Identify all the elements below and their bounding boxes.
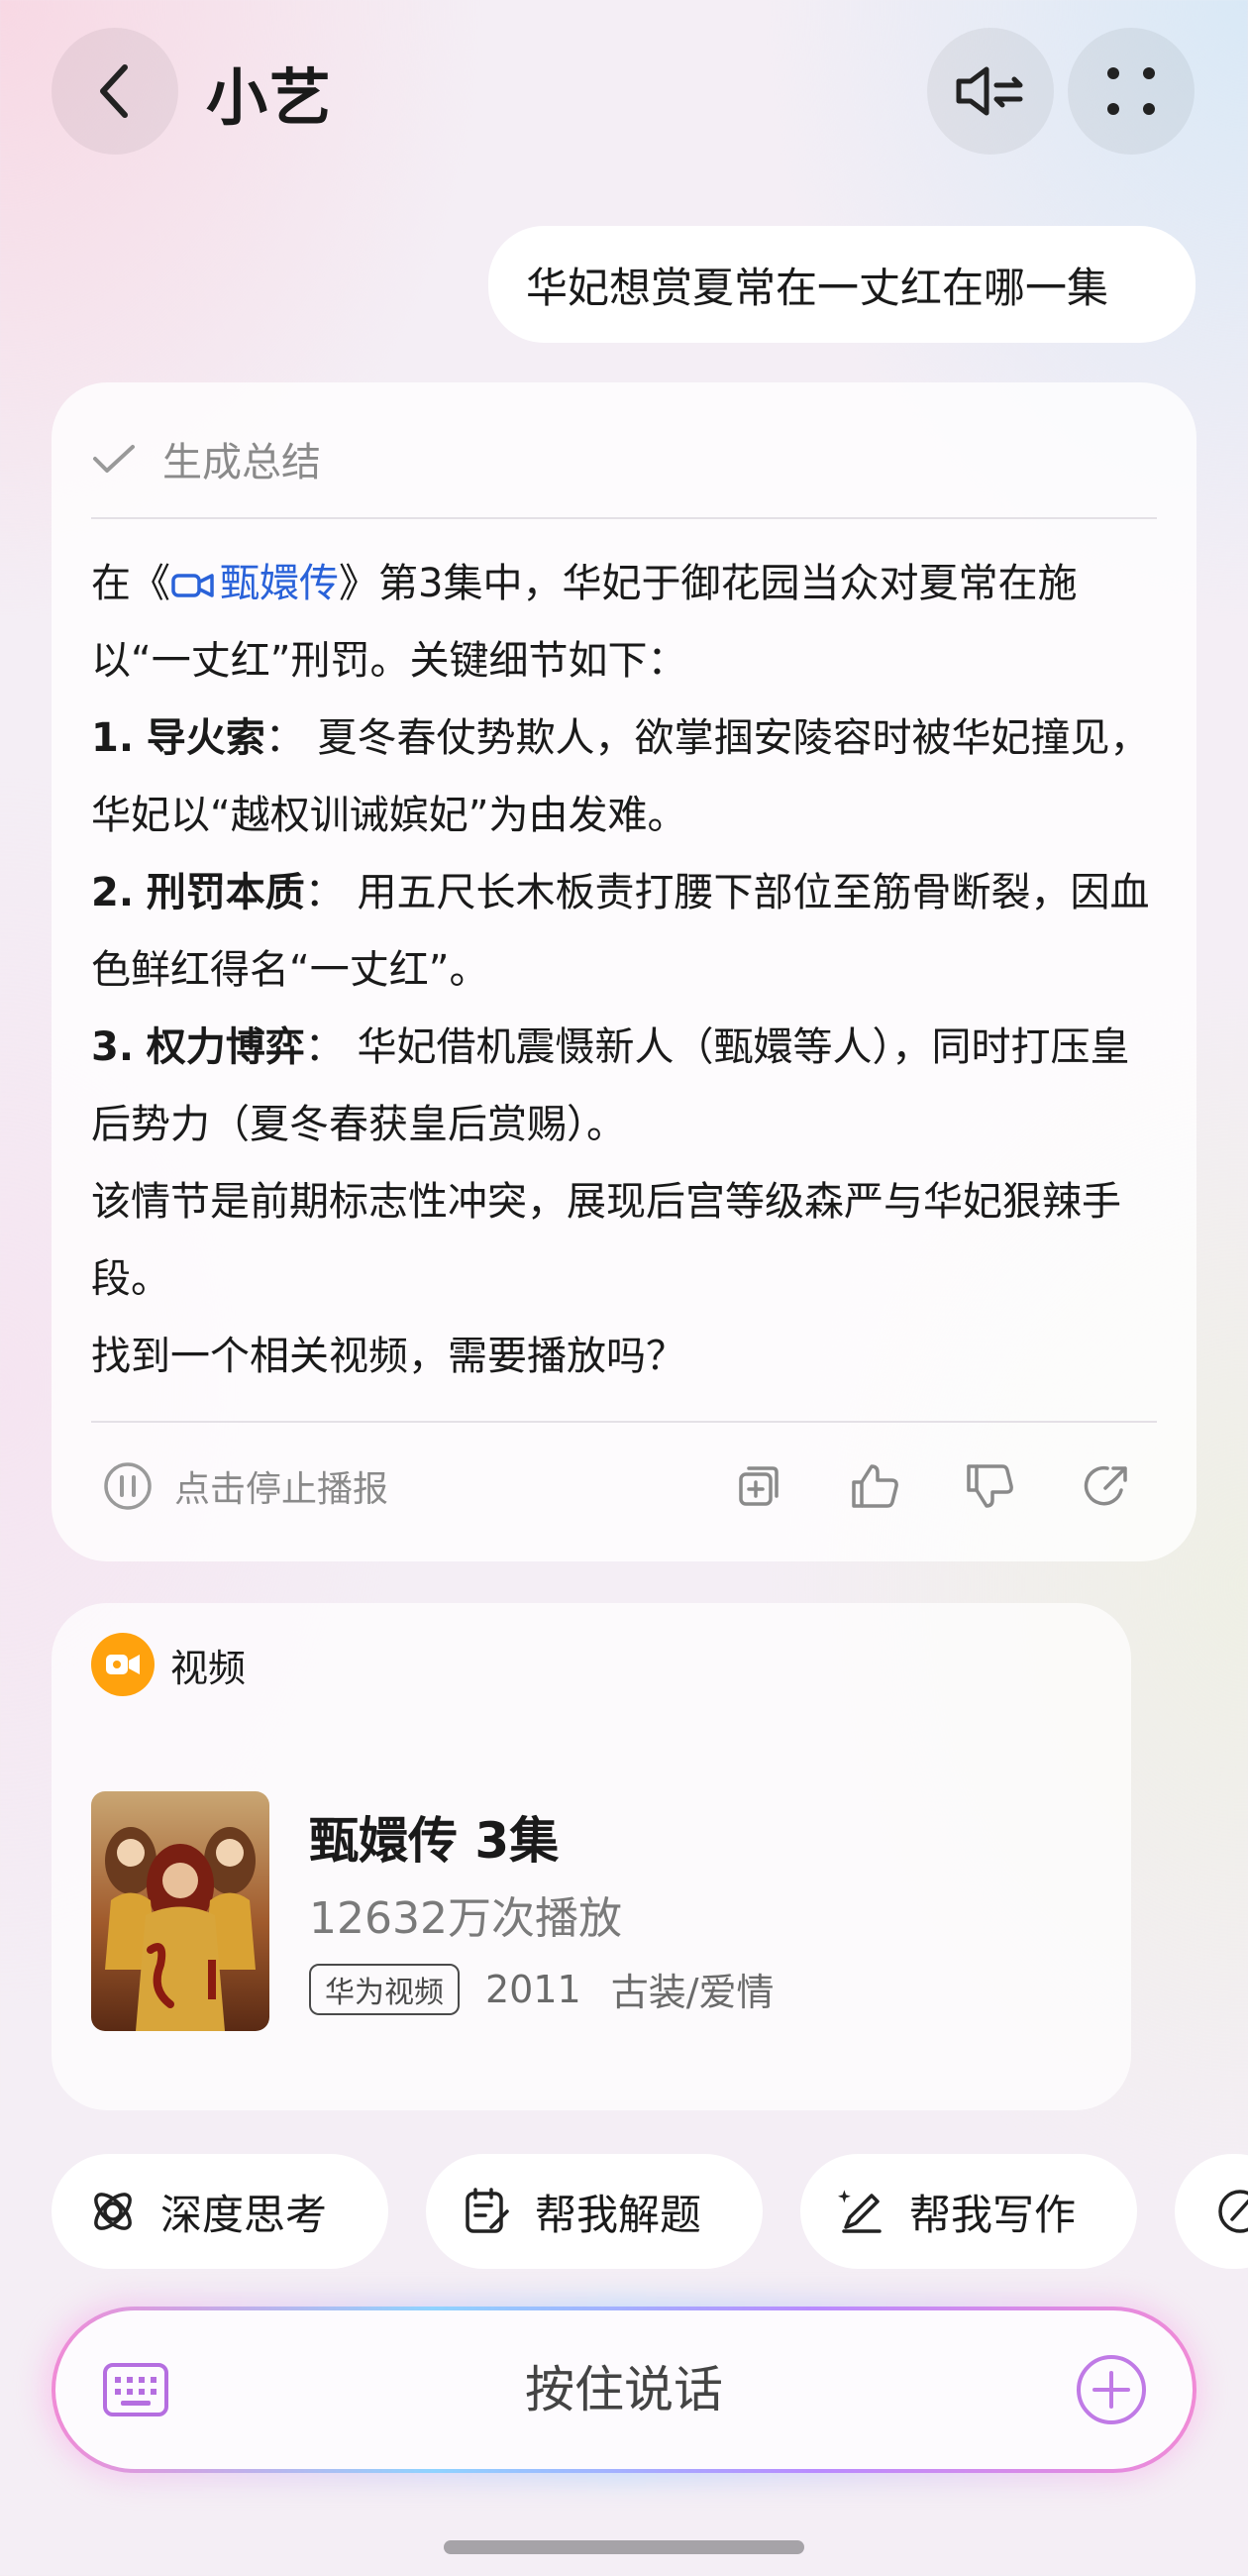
summary-toggle[interactable]: 生成总结 (91, 424, 321, 493)
source-tag: 华为视频 (309, 1963, 460, 2015)
more-menu-button[interactable] (1068, 28, 1195, 155)
video-title[interactable]: 甄嬛传 3集 (309, 1801, 559, 1873)
thumbs-up-icon (852, 1464, 898, 1508)
dislike-button[interactable] (963, 1458, 1018, 1514)
answer-point-2: 2. 刑罚本质： 用五尺长木板责打腰下部位至筋骨断裂，因血色鲜红得名“一丈红”。 (91, 870, 1150, 993)
chip-deep-think[interactable]: 深度思考 (52, 2154, 388, 2269)
stop-playback-button[interactable]: 点击停止播报 (103, 1449, 388, 1524)
write-icon (838, 2190, 882, 2233)
video-camera-icon (171, 574, 214, 597)
chip-write-label: 帮我写作 (909, 2190, 1077, 2239)
video-year: 2011 (485, 1967, 581, 2011)
video-card-label: 视频 (170, 1646, 247, 1690)
answer-point-1: 1. 导火索： 夏冬春仗势欺人，欲掌掴安陵容时被华妃撞见，华妃以“越权训诫嫔妃”… (91, 715, 1150, 838)
answer-question: 找到一个相关视频，需要播放吗？ (91, 1334, 685, 1379)
thumbs-down-icon (967, 1464, 1013, 1508)
chip-solve[interactable]: 帮我解题 (426, 2154, 763, 2269)
four-dots-icon (1107, 67, 1155, 115)
copy-icon (739, 1466, 779, 1506)
chip-write[interactable]: 帮我写作 (800, 2154, 1137, 2269)
answer-text: 在《 甄嬛传》第3集中，华妃于御花园当众对夏常在施以“一丈红”刑罚。关键细节如下：… (91, 545, 1161, 1395)
video-app-icon (91, 1633, 155, 1696)
voice-mode-button[interactable] (927, 28, 1054, 155)
brush-icon (1218, 2190, 1248, 2233)
stop-playback-label: 点击停止播报 (174, 1469, 389, 1510)
share-button[interactable] (1080, 1458, 1135, 1514)
chip-solve-label: 帮我解题 (535, 2190, 702, 2239)
video-genre: 古装/爱情 (610, 1971, 775, 2014)
speaker-swap-icon (956, 66, 1023, 116)
check-icon (93, 445, 135, 473)
share-icon (1084, 1465, 1127, 1506)
copy-button[interactable] (731, 1458, 786, 1514)
add-button[interactable] (1074, 2352, 1149, 2427)
video-card-header: 视频 (91, 1633, 246, 1696)
answer-intro: 在《 甄嬛传》第3集中，华妃于御花园当众对夏常在施以“一丈红”刑罚。关键细节如下： (91, 561, 1078, 684)
video-poster-image[interactable] (91, 1791, 269, 2031)
home-indicator[interactable] (444, 2540, 804, 2554)
back-button[interactable] (52, 28, 178, 155)
actions-divider (91, 1421, 1157, 1423)
hold-to-talk-label: 按住说话 (525, 2361, 723, 2418)
answer-conclusion: 该情节是前期标志性冲突，展现后宫等级森严与华妃狠辣手段。 (91, 1179, 1121, 1302)
chip-more[interactable] (1175, 2154, 1248, 2269)
user-message-bubble: 华妃想赏夏常在一丈红在哪一集 (488, 226, 1196, 343)
chevron-left-icon (100, 64, 128, 118)
video-meta: 华为视频 2011 古装/爱情 (309, 1962, 775, 2016)
drama-link[interactable]: 甄嬛传 (170, 561, 339, 606)
chip-deep-think-label: 深度思考 (160, 2190, 328, 2239)
plus-circle-icon (1077, 2355, 1146, 2424)
answer-point-3: 3. 权力博弈： 华妃借机震慑新人（甄嬛等人），同时打压皇后势力（夏冬春获皇后赏… (91, 1024, 1130, 1147)
solve-icon (466, 2188, 509, 2233)
summary-divider (91, 517, 1157, 519)
summary-label: 生成总结 (162, 440, 321, 485)
page-title: 小艺 (206, 61, 334, 134)
video-play-count: 12632万次播放 (309, 1893, 622, 1944)
deep-think-icon (94, 2193, 132, 2230)
pause-circle-icon (104, 1462, 152, 1510)
like-button[interactable] (848, 1458, 903, 1514)
